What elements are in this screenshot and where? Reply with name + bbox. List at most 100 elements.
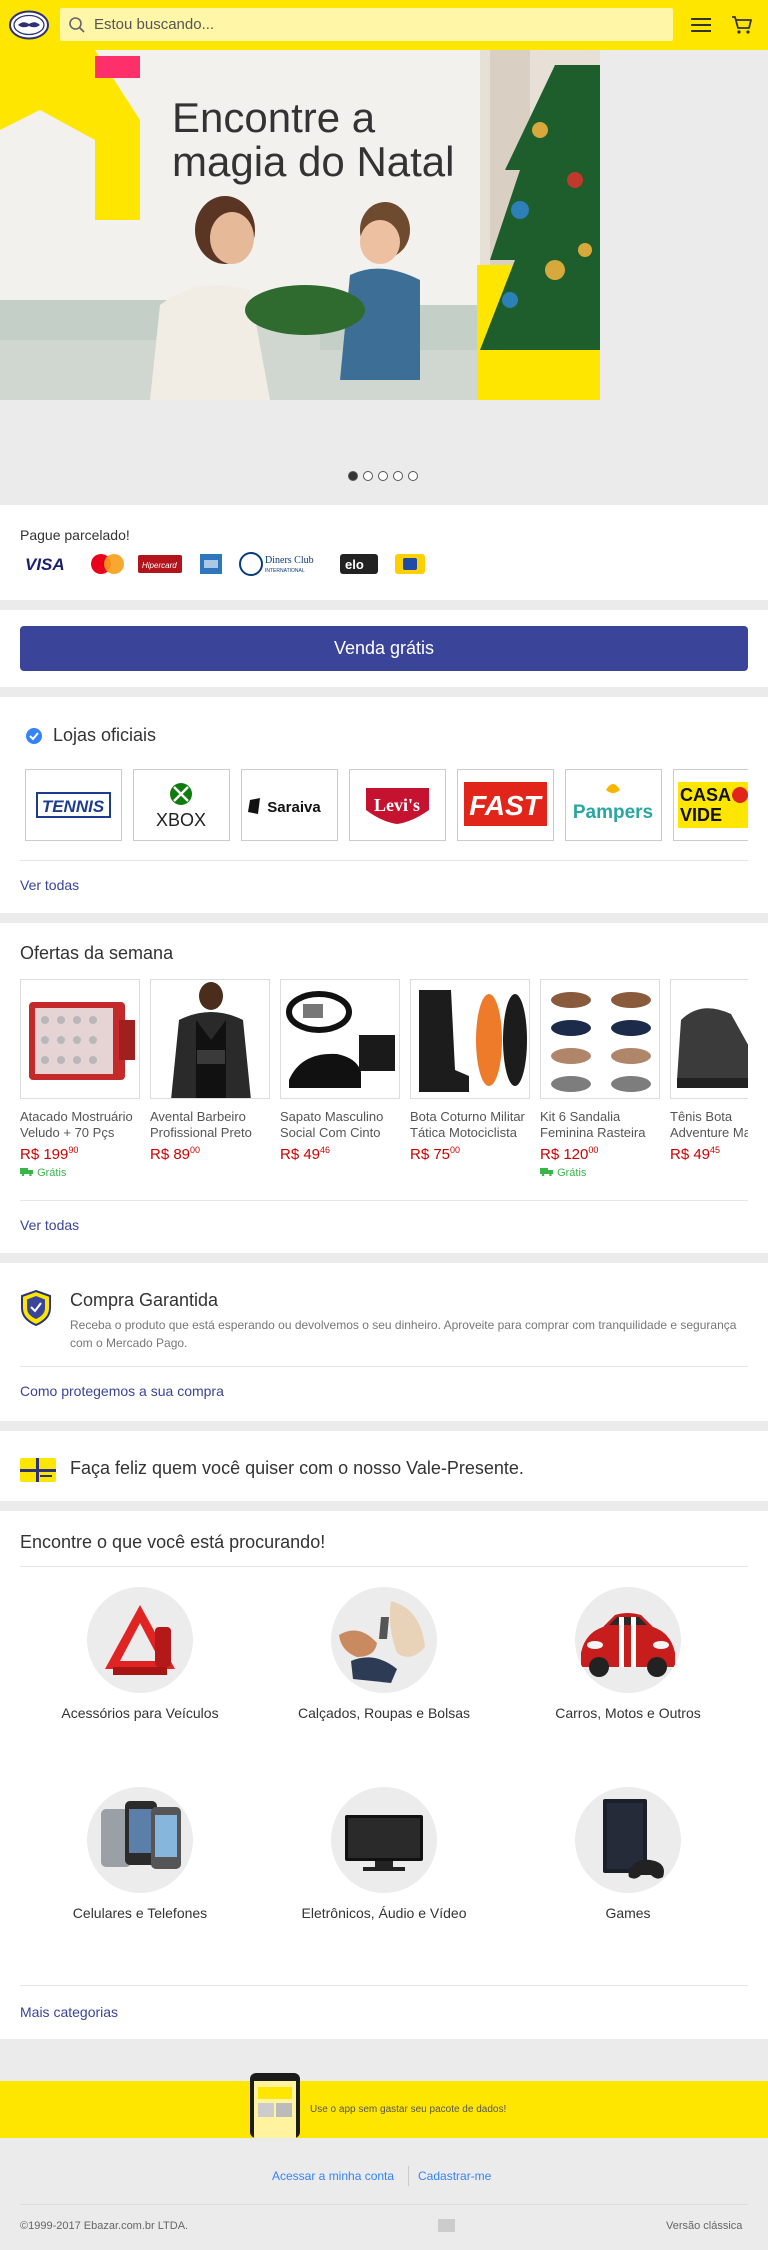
- svg-text:INTERNATIONAL: INTERNATIONAL: [265, 568, 305, 574]
- category-name[interactable]: Calçados, Roupas e Bolsas: [264, 1705, 504, 1721]
- offer-image[interactable]: [150, 979, 270, 1099]
- search-icon: [69, 17, 85, 33]
- hero-carousel[interactable]: Encontre a magia do Natal: [0, 50, 768, 505]
- signup-link[interactable]: Cadastrar-me: [418, 2169, 491, 2183]
- offer-card[interactable]: Avental Barbeiro Profissional Preto R$ 8…: [150, 979, 270, 1163]
- payment-label: Pague parcelado!: [20, 527, 130, 543]
- stores-see-all-link[interactable]: Ver todas: [20, 877, 79, 893]
- gift-card-text[interactable]: Faça feliz quem você quiser com o nosso …: [70, 1458, 524, 1479]
- offer-title[interactable]: Tênis Bota Adventure Ma: [670, 1109, 748, 1141]
- divider: [20, 860, 748, 861]
- hero-banner[interactable]: Encontre a magia do Natal: [0, 50, 600, 400]
- free-shipping: Grátis: [20, 1167, 140, 1179]
- offer-card[interactable]: Bota Coturno Militar Tática Motociclista…: [410, 979, 530, 1163]
- category-image[interactable]: [331, 1587, 437, 1693]
- category-image[interactable]: [87, 1587, 193, 1693]
- category-name[interactable]: Acessórios para Veículos: [20, 1705, 260, 1721]
- stores-carousel[interactable]: TENNIS XBOX Saraiva Levi's FAST Pampers …: [20, 767, 748, 843]
- offer-title[interactable]: Atacado Mostruário Veludo + 70 Pçs: [20, 1109, 140, 1141]
- offer-title[interactable]: Sapato Masculino Social Com Cinto: [280, 1109, 400, 1141]
- mercadolivre-logo[interactable]: [9, 10, 49, 40]
- svg-text:TENNIS: TENNIS: [42, 797, 105, 816]
- category-image[interactable]: [575, 1787, 681, 1893]
- offer-price-int: R$ 49: [670, 1146, 711, 1163]
- offer-price-cents: 00: [450, 1145, 461, 1155]
- offer-price-int: R$ 75: [410, 1146, 451, 1163]
- offer-price-int: R$ 89: [150, 1146, 191, 1163]
- divider: [20, 1566, 748, 1567]
- offer-card[interactable]: Kit 6 Sandalia Feminina Rasteira R$ 1200…: [540, 979, 660, 1179]
- category-name[interactable]: Eletrônicos, Áudio e Vídeo: [264, 1905, 504, 1921]
- store-world-tennis[interactable]: TENNIS: [25, 769, 122, 841]
- category-games[interactable]: Games: [508, 1787, 748, 1921]
- weekly-offers-section: Ofertas da semana Atacado Mostruário Vel…: [0, 923, 768, 1253]
- offers-carousel[interactable]: Atacado Mostruário Veludo + 70 Pçs R$ 19…: [20, 923, 748, 1183]
- gift-card-icon: [20, 1458, 56, 1482]
- category-name[interactable]: Carros, Motos e Outros: [508, 1705, 748, 1721]
- category-shoes-clothes-bags[interactable]: Calçados, Roupas e Bolsas: [264, 1587, 504, 1721]
- offer-card[interactable]: Sapato Masculino Social Com Cinto R$ 494…: [280, 979, 400, 1163]
- store-fast-shop[interactable]: FAST: [457, 769, 554, 841]
- carousel-dot[interactable]: [363, 471, 373, 481]
- offer-image[interactable]: [280, 979, 400, 1099]
- svg-text:XBOX: XBOX: [156, 810, 206, 830]
- offer-title[interactable]: Bota Coturno Militar Tática Motociclista: [410, 1109, 530, 1141]
- offer-image[interactable]: [670, 979, 748, 1099]
- classic-version-link[interactable]: Versão clássica: [666, 2220, 742, 2232]
- hamburger-menu-icon[interactable]: [690, 15, 712, 35]
- carousel-dot[interactable]: [348, 471, 358, 481]
- guarantee-link[interactable]: Como protegemos a sua compra: [20, 1383, 224, 1399]
- divider: [20, 2204, 748, 2205]
- login-link[interactable]: Acessar a minha conta: [272, 2169, 394, 2183]
- offer-card[interactable]: Tênis Bota Adventure Ma R$ 4945: [670, 979, 748, 1163]
- gift-card-section[interactable]: Faça feliz quem você quiser com o nosso …: [0, 1431, 768, 1501]
- store-levis[interactable]: Levi's: [349, 769, 446, 841]
- offer-title[interactable]: Avental Barbeiro Profissional Preto: [150, 1109, 270, 1141]
- category-name[interactable]: Games: [508, 1905, 748, 1921]
- offer-price-int: R$ 199: [20, 1146, 69, 1163]
- offer-price-int: R$ 120: [540, 1146, 589, 1163]
- sell-free-button[interactable]: Venda grátis: [20, 626, 748, 671]
- offer-image[interactable]: [20, 979, 140, 1099]
- category-image[interactable]: [331, 1787, 437, 1893]
- store-casa-e-video[interactable]: CASA VIDE: [673, 769, 748, 841]
- offer-image[interactable]: [410, 979, 530, 1099]
- carousel-dots: [348, 468, 423, 482]
- search-input[interactable]: [94, 12, 654, 37]
- truck-icon: [540, 1168, 553, 1177]
- category-cars-motorcycles[interactable]: Carros, Motos e Outros: [508, 1587, 748, 1721]
- copyright: ©1999-2017 Ebazar.com.br LTDA.: [20, 2220, 189, 2232]
- offer-price: R$ 4946: [280, 1145, 400, 1163]
- offer-title[interactable]: Kit 6 Sandalia Feminina Rasteira: [540, 1109, 660, 1141]
- category-image[interactable]: [87, 1787, 193, 1893]
- carousel-dot[interactable]: [393, 471, 403, 481]
- guarantee-section: Compra Garantida Receba o produto que es…: [0, 1263, 768, 1421]
- offers-see-all-link[interactable]: Ver todas: [20, 1217, 79, 1233]
- offer-price-cents: 46: [320, 1145, 331, 1155]
- naranja-icon: [395, 554, 425, 574]
- language-flag-icon[interactable]: [438, 2219, 455, 2232]
- sell-section: Venda grátis: [0, 610, 768, 687]
- carousel-dot[interactable]: [378, 471, 388, 481]
- search-bar[interactable]: [60, 8, 673, 41]
- category-vehicle-accessories[interactable]: Acessórios para Veículos: [20, 1587, 260, 1721]
- offer-price: R$ 12000: [540, 1145, 660, 1163]
- more-categories-link[interactable]: Mais categorias: [20, 2004, 118, 2020]
- offer-image[interactable]: [540, 979, 660, 1099]
- cart-icon[interactable]: [730, 13, 754, 37]
- category-image[interactable]: [575, 1587, 681, 1693]
- offer-card[interactable]: Atacado Mostruário Veludo + 70 Pçs R$ 19…: [20, 979, 140, 1179]
- category-phones[interactable]: Celulares e Telefones: [20, 1787, 260, 1921]
- category-electronics[interactable]: Eletrônicos, Áudio e Vídeo: [264, 1787, 504, 1921]
- app-promo-banner[interactable]: Use o app sem gastar seu pacote de dados…: [0, 2073, 768, 2138]
- visa-icon: VISA: [25, 555, 65, 574]
- offer-price-cents: 90: [68, 1145, 79, 1155]
- hero-title-line2: magia do Natal: [172, 138, 455, 185]
- offer-price: R$ 19990: [20, 1145, 140, 1163]
- store-pampers[interactable]: Pampers: [565, 769, 662, 841]
- hero-title-line1: Encontre a: [172, 94, 376, 141]
- carousel-dot[interactable]: [408, 471, 418, 481]
- store-xbox[interactable]: XBOX: [133, 769, 230, 841]
- store-saraiva[interactable]: Saraiva: [241, 769, 338, 841]
- category-name[interactable]: Celulares e Telefones: [20, 1905, 260, 1921]
